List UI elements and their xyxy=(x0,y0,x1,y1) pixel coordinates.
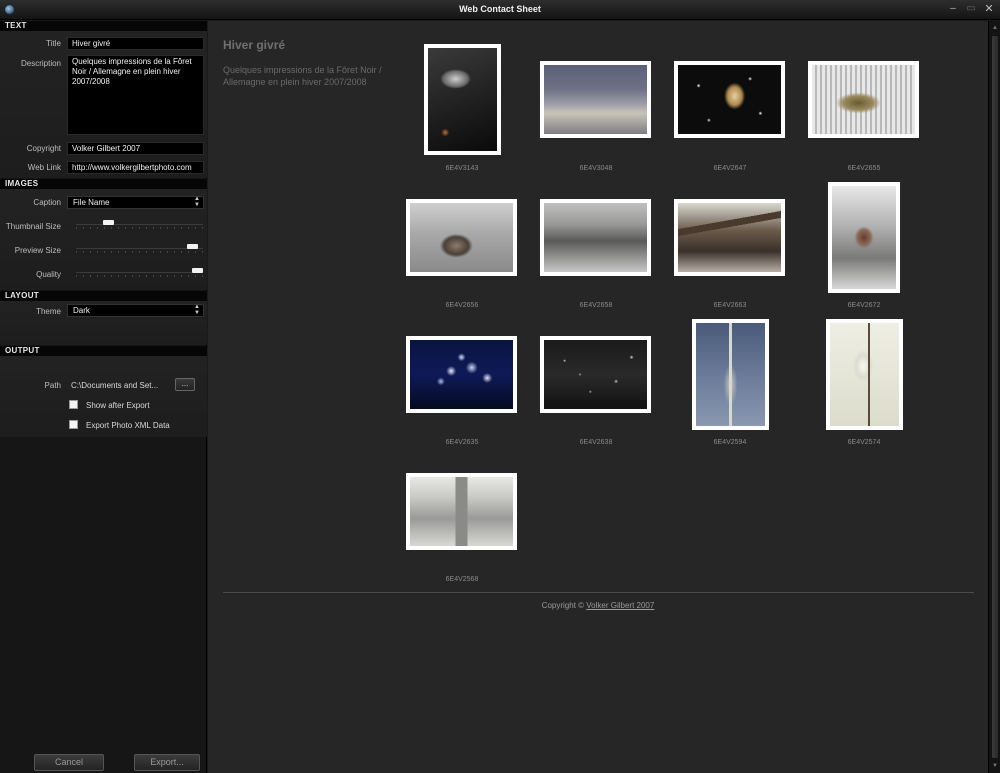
title-field[interactable]: Hiver givré xyxy=(67,37,204,50)
export-xml-checkbox[interactable] xyxy=(69,420,78,429)
settings-panel: TEXT Title Hiver givré Description Quelq… xyxy=(0,21,207,773)
photo-thumbnail[interactable] xyxy=(674,61,785,138)
photo-thumbnail[interactable] xyxy=(808,61,919,138)
title-label: Title xyxy=(46,39,61,48)
cancel-button[interactable]: Cancel xyxy=(34,754,104,771)
vertical-scrollbar[interactable]: ▲ ▼ xyxy=(988,21,1000,773)
weblink-label: Web Link xyxy=(27,163,61,172)
scroll-thumb[interactable] xyxy=(991,35,999,759)
path-value: C:\Documents and Set... xyxy=(71,381,159,390)
weblink-field[interactable]: http://www.volkergilbertphoto.com xyxy=(67,161,204,174)
layout-section: LAYOUT Theme Dark ▲ ▼ xyxy=(0,291,207,345)
photo-thumbnail[interactable] xyxy=(424,44,501,155)
photo-caption: 6E4V2672 xyxy=(847,302,881,309)
photo-caption: 6E4V2568 xyxy=(445,576,479,583)
minimize-button[interactable]: – xyxy=(946,2,960,16)
photo-caption: 6E4V3048 xyxy=(579,165,613,172)
images-section-header: IMAGES xyxy=(0,179,207,189)
scroll-down-arrow-icon[interactable]: ▼ xyxy=(990,761,1000,771)
description-field[interactable]: Quelques impressions de la Fôret Noir / … xyxy=(67,55,204,135)
photo-thumbnail[interactable] xyxy=(406,199,517,276)
gallery-description: Quelques impressions de la Fôret Noir / … xyxy=(223,65,382,87)
updown-arrow-icon: ▲ ▼ xyxy=(194,304,200,316)
output-section-header: OUTPUT xyxy=(0,346,207,356)
footer-copyright-text: Copyright © xyxy=(541,601,587,610)
quality-label: Quality xyxy=(36,270,61,279)
caption-dropdown[interactable]: File Name ▲ ▼ xyxy=(67,196,204,209)
thumbnail-size-slider[interactable] xyxy=(76,219,203,231)
footer-copyright-link[interactable]: Volker Gilbert 2007 xyxy=(586,601,654,610)
output-section: OUTPUT Path C:\Documents and Set... ... … xyxy=(0,346,207,437)
photo-thumbnail[interactable] xyxy=(540,199,651,276)
quality-slider[interactable] xyxy=(76,267,203,279)
photo-caption: 6E4V2594 xyxy=(713,439,747,446)
show-after-export-checkbox[interactable] xyxy=(69,400,78,409)
photo-thumbnail[interactable] xyxy=(828,182,900,293)
photo-thumbnail[interactable] xyxy=(406,336,517,413)
photo-caption: 6E4V2663 xyxy=(713,302,747,309)
slider-thumb[interactable] xyxy=(192,268,203,273)
show-after-export-label: Show after Export xyxy=(86,401,150,410)
copyright-field[interactable]: Volker Gilbert 2007 xyxy=(67,142,204,155)
photo-thumbnail[interactable] xyxy=(540,61,651,138)
maximize-button[interactable]: ▭ xyxy=(964,2,978,16)
title-bar: Web Contact Sheet – ▭ ✕ xyxy=(0,0,1000,20)
text-section: TEXT Title Hiver givré Description Quelq… xyxy=(0,21,207,178)
path-label: Path xyxy=(44,381,61,390)
description-label: Description xyxy=(20,59,61,68)
images-section: IMAGES Caption File Name ▲ ▼ Thumbnail Si… xyxy=(0,179,207,290)
gallery-title: Hiver givré xyxy=(223,38,286,52)
preview-size-slider[interactable] xyxy=(76,243,203,255)
gallery-footer: Copyright © Volker Gilbert 2007 xyxy=(208,601,988,610)
export-xml-label: Export Photo XML Data xyxy=(86,421,170,430)
photo-caption: 6E4V2647 xyxy=(713,165,747,172)
photo-caption: 6E4V2655 xyxy=(847,165,881,172)
photo-caption: 6E4V2658 xyxy=(579,302,613,309)
photo-caption: 6E4V3143 xyxy=(445,165,479,172)
close-button[interactable]: ✕ xyxy=(982,2,996,16)
theme-dropdown-value: Dark xyxy=(73,306,90,315)
export-button[interactable]: Export... xyxy=(134,754,200,771)
gallery-preview: Hiver givré Quelques impressions de la F… xyxy=(208,21,988,773)
preview-size-label: Preview Size xyxy=(14,246,61,255)
thumbnail-size-label: Thumbnail Size xyxy=(5,222,61,231)
layout-section-header: LAYOUT xyxy=(0,291,207,301)
photo-thumbnail[interactable] xyxy=(674,199,785,276)
photo-caption: 6E4V2635 xyxy=(445,439,479,446)
slider-thumb[interactable] xyxy=(187,244,199,249)
caption-dropdown-value: File Name xyxy=(73,198,110,207)
photo-thumbnail[interactable] xyxy=(692,319,769,430)
text-section-header: TEXT xyxy=(0,21,207,31)
window-title: Web Contact Sheet xyxy=(459,4,541,14)
caption-label: Caption xyxy=(33,198,61,207)
photo-thumbnail[interactable] xyxy=(826,319,903,430)
slider-thumb[interactable] xyxy=(102,220,114,225)
browse-button[interactable]: ... xyxy=(175,378,195,391)
theme-dropdown[interactable]: Dark ▲ ▼ xyxy=(67,304,204,317)
theme-label: Theme xyxy=(36,307,61,316)
photo-thumbnail[interactable] xyxy=(540,336,651,413)
photo-caption: 6E4V2656 xyxy=(445,302,479,309)
photo-thumbnail[interactable] xyxy=(406,473,517,550)
photo-caption: 6E4V2574 xyxy=(847,439,881,446)
copyright-label: Copyright xyxy=(26,144,61,153)
scroll-up-arrow-icon[interactable]: ▲ xyxy=(990,23,1000,33)
footer-divider xyxy=(223,592,974,593)
updown-arrow-icon: ▲ ▼ xyxy=(194,196,200,208)
photo-caption: 6E4V2638 xyxy=(579,439,613,446)
